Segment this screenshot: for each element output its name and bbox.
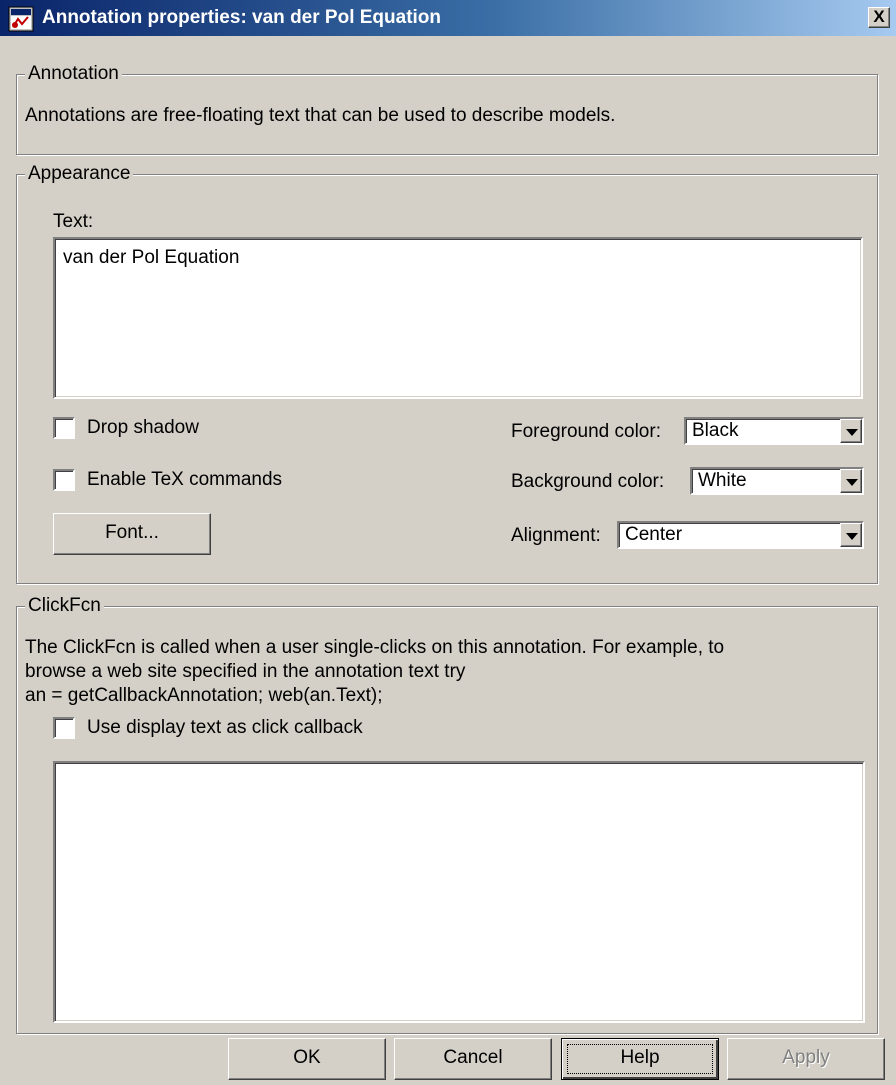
- ok-button[interactable]: OK: [228, 1038, 386, 1080]
- window-title: Annotation properties: van der Pol Equat…: [42, 7, 442, 28]
- chevron-down-icon[interactable]: [840, 469, 862, 493]
- background-color-label: Background color:: [511, 471, 665, 492]
- enable-tex-checkbox[interactable]: [53, 469, 75, 491]
- apply-button-label: Apply: [782, 1047, 830, 1068]
- foreground-color-value: Black: [692, 420, 739, 441]
- close-button[interactable]: X: [868, 7, 890, 28]
- background-color-value: White: [698, 470, 747, 491]
- annotation-description: Annotations are free-floating text that …: [25, 105, 616, 126]
- help-button[interactable]: Help: [561, 1038, 719, 1080]
- appearance-group: Appearance Text: van der Pol Equation Dr…: [16, 163, 878, 584]
- drop-shadow-label: Drop shadow: [87, 417, 199, 438]
- annotation-legend: Annotation: [25, 63, 122, 85]
- font-button-label: Font...: [105, 522, 159, 543]
- apply-button[interactable]: Apply: [727, 1038, 885, 1080]
- foreground-color-label: Foreground color:: [511, 421, 661, 442]
- clickfcn-description-line2: browse a web site specified in the annot…: [25, 661, 466, 682]
- click-callback-field[interactable]: [53, 761, 865, 1023]
- annotation-group: Annotation Annotations are free-floating…: [16, 63, 878, 155]
- ok-button-label: OK: [293, 1047, 321, 1068]
- font-button[interactable]: Font...: [53, 513, 211, 555]
- appearance-legend: Appearance: [25, 163, 134, 185]
- alignment-label: Alignment:: [511, 525, 601, 546]
- clickfcn-group: ClickFcn The ClickFcn is called when a u…: [16, 595, 878, 1034]
- foreground-color-select[interactable]: Black: [684, 417, 864, 445]
- chevron-down-icon[interactable]: [840, 419, 862, 443]
- alignment-select[interactable]: Center: [617, 521, 864, 549]
- use-display-text-checkbox[interactable]: [53, 717, 75, 739]
- annotation-properties-dialog: Annotation properties: van der Pol Equat…: [0, 0, 896, 1085]
- text-label: Text:: [53, 211, 94, 232]
- cancel-button[interactable]: Cancel: [394, 1038, 552, 1080]
- chevron-down-icon[interactable]: [840, 523, 862, 547]
- cancel-button-label: Cancel: [443, 1047, 503, 1068]
- close-icon: X: [873, 7, 885, 26]
- clickfcn-legend: ClickFcn: [25, 595, 104, 617]
- simulink-model-icon: [8, 6, 34, 32]
- alignment-value: Center: [625, 524, 683, 545]
- drop-shadow-checkbox[interactable]: [53, 417, 75, 439]
- clickfcn-description-line3: an = getCallbackAnnotation; web(an.Text)…: [25, 685, 383, 706]
- clickfcn-description-line1: The ClickFcn is called when a user singl…: [25, 637, 725, 658]
- enable-tex-label: Enable TeX commands: [87, 469, 283, 490]
- use-display-text-label: Use display text as click callback: [87, 717, 363, 738]
- title-bar[interactable]: Annotation properties: van der Pol Equat…: [0, 0, 896, 36]
- background-color-select[interactable]: White: [690, 467, 864, 495]
- annotation-text-field[interactable]: van der Pol Equation: [53, 237, 863, 399]
